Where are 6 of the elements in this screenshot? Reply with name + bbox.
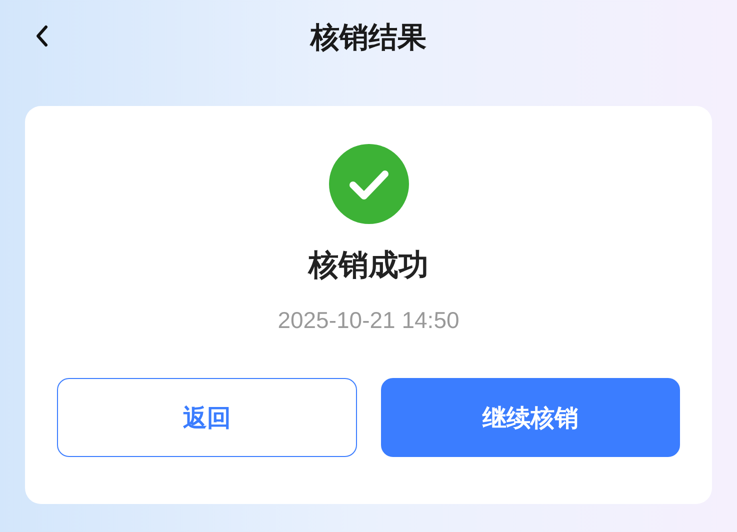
return-button[interactable]: 返回 (57, 378, 356, 457)
back-icon (35, 24, 49, 48)
result-time: 2025-10-21 14:50 (278, 306, 460, 335)
page-title: 核销结果 (310, 19, 426, 56)
continue-button[interactable]: 继续核销 (380, 378, 680, 457)
result-title: 核销成功 (308, 247, 428, 285)
